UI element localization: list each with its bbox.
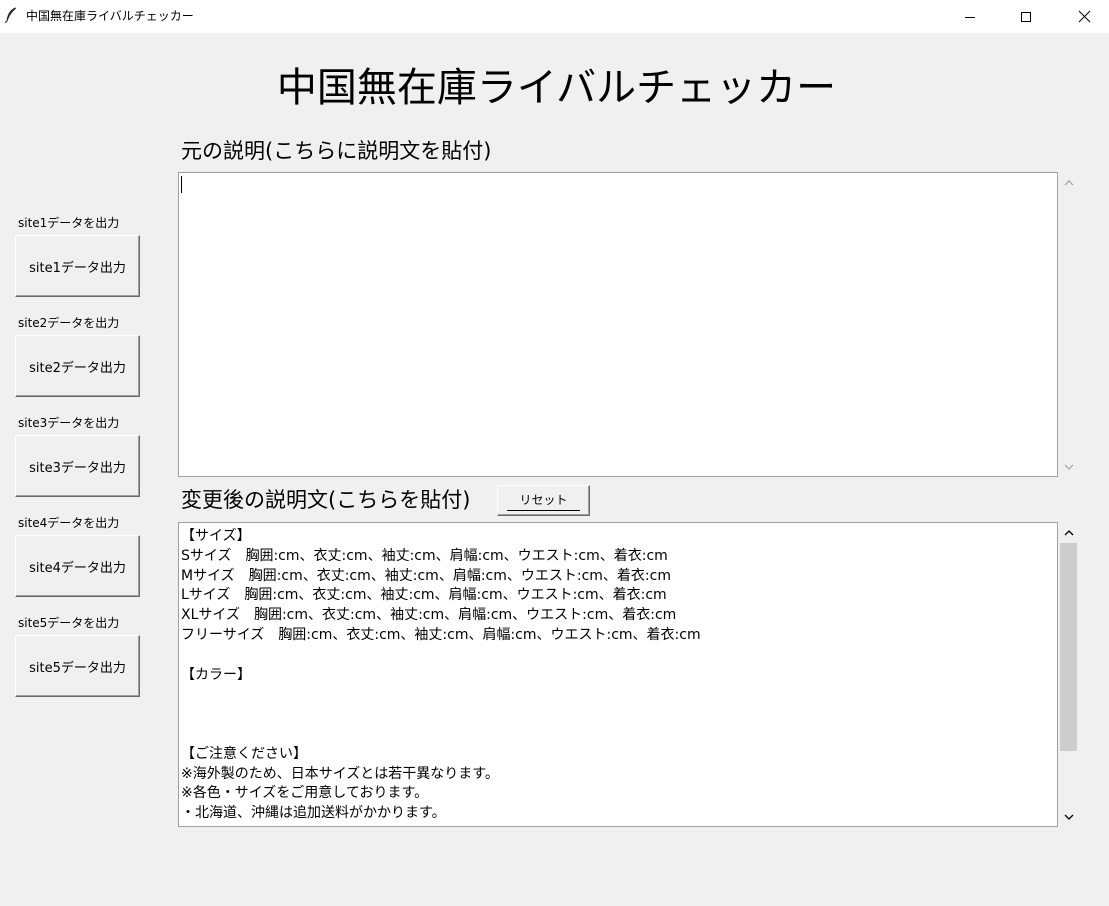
description-line: 【カラー】 bbox=[181, 666, 251, 683]
maximize-button[interactable] bbox=[1003, 0, 1049, 33]
chevron-down-icon bbox=[1064, 464, 1073, 470]
site2-output-button[interactable]: site2データ出力 bbox=[15, 335, 140, 397]
maximize-icon bbox=[1021, 11, 1031, 22]
minimize-button[interactable] bbox=[947, 0, 993, 33]
original-description-label: 元の説明(こちらに説明文を貼付) bbox=[181, 139, 492, 163]
chevron-up-icon bbox=[1064, 529, 1073, 535]
minimize-icon bbox=[965, 16, 975, 18]
description-line: ・北海道、沖縄は追加送料がかかります。 bbox=[181, 805, 446, 822]
site3-output-label: site3データを出力 bbox=[18, 416, 120, 430]
original-description-textarea[interactable] bbox=[178, 172, 1058, 477]
scroll-up-button[interactable] bbox=[1058, 172, 1079, 193]
window-title: 中国無在庫ライバルチェッカー bbox=[26, 9, 194, 23]
reset-button-label: リセット bbox=[507, 491, 580, 511]
description-line: フリーサイズ 胸囲:cm、衣丈:cm、袖丈:cm、肩幅:cm、ウエスト:cm、着… bbox=[181, 626, 701, 643]
site4-output-button[interactable]: site4データ出力 bbox=[15, 535, 140, 597]
app-window: 中国無在庫ライバルチェッカー 中国無在庫ライバルチェッカー 元の説明(こちらに説… bbox=[0, 0, 1109, 906]
chevron-up-icon bbox=[1064, 179, 1073, 185]
description-line: XLサイズ 胸囲:cm、衣丈:cm、袖丈:cm、肩幅:cm、ウエスト:cm、着衣… bbox=[181, 607, 677, 624]
feather-icon bbox=[5, 7, 16, 23]
description-line: 【サイズ】 bbox=[181, 528, 251, 544]
scroll-up-button[interactable] bbox=[1058, 522, 1079, 543]
description-line: Sサイズ 胸囲:cm、衣丈:cm、袖丈:cm、肩幅:cm、ウエスト:cm、着衣:… bbox=[181, 547, 668, 564]
scroll-thumb[interactable] bbox=[1060, 543, 1077, 751]
description-line bbox=[181, 685, 701, 705]
scroll-down-button[interactable] bbox=[1058, 806, 1079, 827]
changed-description-textarea[interactable]: 【サイズ】 Sサイズ 胸囲:cm、衣丈:cm、袖丈:cm、肩幅:cm、ウエスト:c… bbox=[178, 522, 1058, 827]
changed-description-text: 【サイズ】 Sサイズ 胸囲:cm、衣丈:cm、袖丈:cm、肩幅:cm、ウエスト:c… bbox=[181, 527, 701, 824]
description-line: ※各色・サイズをご用意しております。 bbox=[181, 785, 429, 802]
site3-output-button[interactable]: site3データ出力 bbox=[15, 435, 140, 497]
chevron-down-icon bbox=[1064, 814, 1073, 820]
text-caret bbox=[181, 176, 182, 193]
description-line: Mサイズ 胸囲:cm、衣丈:cm、袖丈:cm、肩幅:cm、ウエスト:cm、着衣:… bbox=[181, 567, 671, 584]
close-icon bbox=[1078, 10, 1090, 23]
description-line: Lサイズ 胸囲:cm、衣丈:cm、袖丈:cm、肩幅:cm、ウエスト:cm、着衣:… bbox=[181, 587, 667, 604]
site4-output-label: site4データを出力 bbox=[18, 516, 120, 530]
site1-output-label: site1データを出力 bbox=[18, 216, 120, 230]
description-line bbox=[181, 705, 701, 725]
changed-description-scrollbar[interactable] bbox=[1058, 522, 1079, 827]
description-line bbox=[181, 646, 701, 666]
site5-output-button[interactable]: site5データ出力 bbox=[15, 635, 140, 697]
scroll-down-button[interactable] bbox=[1058, 456, 1079, 477]
description-line bbox=[181, 725, 701, 745]
changed-description-label: 変更後の説明文(こちらを貼付) bbox=[181, 488, 471, 512]
reset-button[interactable]: リセット bbox=[497, 485, 590, 516]
site1-output-button[interactable]: site1データ出力 bbox=[15, 235, 140, 297]
site2-output-label: site2データを出力 bbox=[18, 316, 120, 330]
page-title: 中国無在庫ライバルチェッカー bbox=[276, 65, 837, 111]
description-line: ※海外製のため、日本サイズとは若干異なります。 bbox=[181, 765, 499, 782]
site5-output-label: site5データを出力 bbox=[18, 616, 120, 630]
close-button[interactable] bbox=[1061, 0, 1107, 33]
original-description-scrollbar[interactable] bbox=[1058, 172, 1079, 477]
description-line: 【ご注意ください】 bbox=[181, 745, 307, 762]
title-bar[interactable]: 中国無在庫ライバルチェッカー bbox=[0, 0, 1109, 33]
